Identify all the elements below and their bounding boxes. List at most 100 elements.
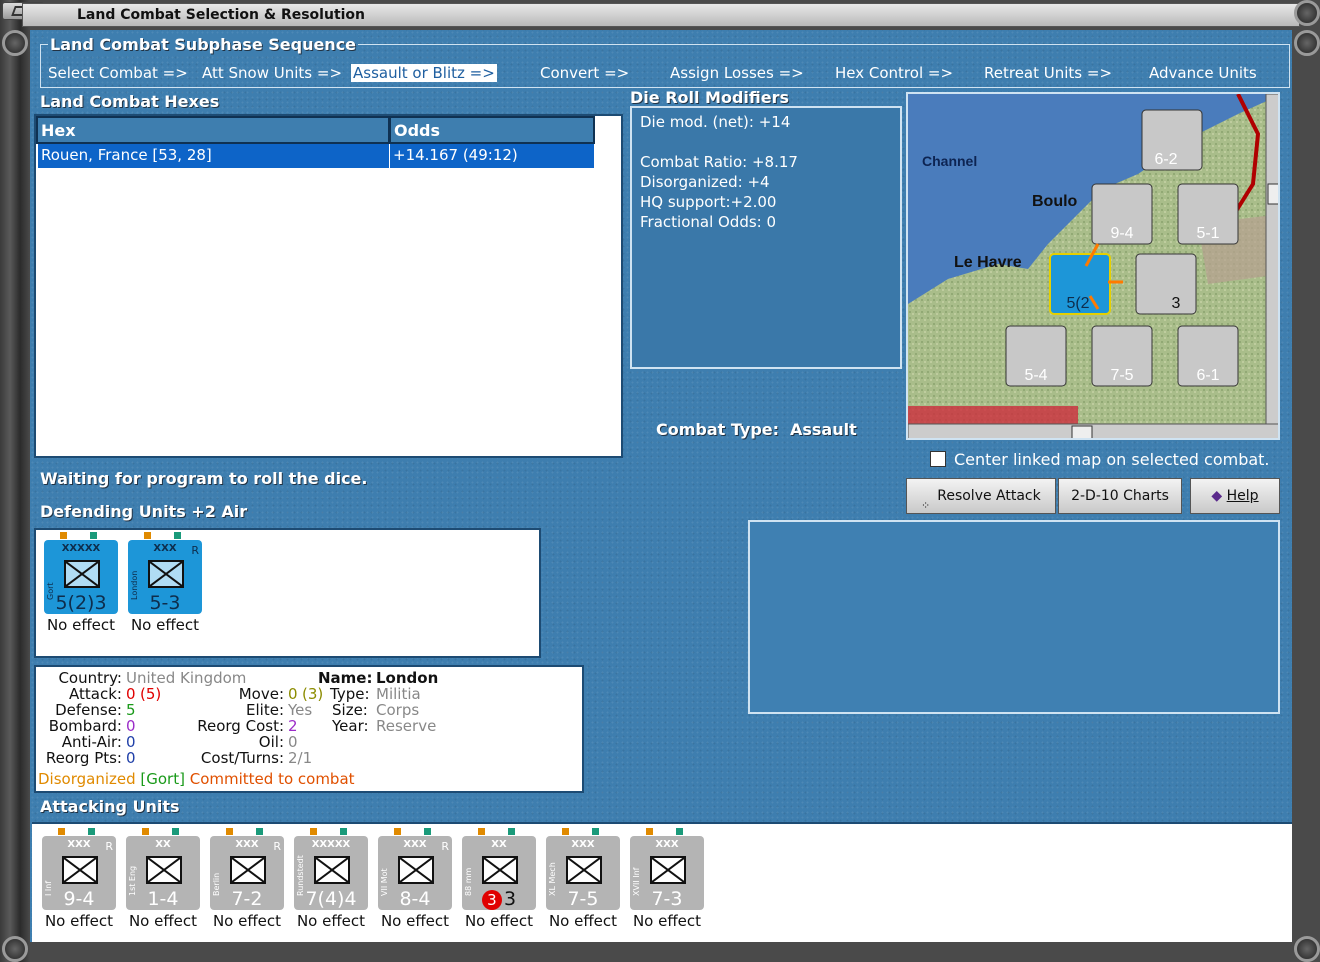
unit-effect: No effect xyxy=(130,616,200,634)
unit-effect: No effect xyxy=(632,912,702,930)
column-header-hex[interactable]: Hex xyxy=(36,116,390,144)
infantry-symbol-icon xyxy=(62,856,98,884)
supply-dot-icon xyxy=(340,828,347,835)
attack-full-value: (5) xyxy=(140,685,162,703)
unit-strength: 7-5 xyxy=(567,888,599,910)
phase-att-snow-units[interactable]: Att Snow Units => xyxy=(202,64,342,82)
year-label: Year: xyxy=(332,717,369,735)
infantry-symbol-icon xyxy=(398,856,434,884)
unit-strength-text: 3 xyxy=(503,888,517,910)
infantry-symbol-icon xyxy=(148,560,184,588)
supply-dot-icon xyxy=(562,828,569,835)
unit-counter[interactable]: XXXXX Gort 5(2)3 xyxy=(44,540,118,614)
unit-strength: 5(2)3 xyxy=(55,592,107,614)
help-label: Help xyxy=(1226,488,1259,504)
phase-hex-control[interactable]: Hex Control => xyxy=(835,64,953,82)
unit-strength: 7-2 xyxy=(231,888,263,910)
map-unit-value: 5-1 xyxy=(1196,225,1219,242)
unit-strength: 8-4 xyxy=(399,888,431,910)
charts-button[interactable]: 2-D-10 Charts xyxy=(1058,478,1182,514)
center-map-label: Center linked map on selected combat. xyxy=(954,450,1270,469)
supply-dot-icon xyxy=(172,828,179,835)
supply-dot-icon xyxy=(424,828,431,835)
unit-size: XXXXX xyxy=(61,543,101,554)
frame-knob-icon xyxy=(1294,30,1320,56)
unit-counter[interactable]: XXXXX Rundstedt 7(4)4 xyxy=(294,836,368,910)
frame-knob-icon xyxy=(2,30,28,56)
unit-counter[interactable]: XXX XL Mech 7-5 xyxy=(546,836,620,910)
defending-units-panel: XXXXX Gort 5(2)3 No effect XXX London R 5-3 No e… xyxy=(34,528,541,658)
cost-turns-label: Cost/Turns: xyxy=(200,749,284,767)
unit-size: XXXXX xyxy=(311,839,351,850)
phase-assault-or-blitz[interactable]: Assault or Blitz => xyxy=(351,64,497,82)
reserve-marker: R xyxy=(441,840,449,853)
map-unit-value: 5(2 xyxy=(1066,295,1089,312)
table-cell-odds[interactable]: +14.167 (49:12) xyxy=(390,144,595,168)
window-title: Land Combat Selection & Resolution xyxy=(22,3,1300,27)
unit-counter[interactable]: XXX I Inf R 9-4 xyxy=(42,836,116,910)
unit-strength: 1-4 xyxy=(147,888,179,910)
supply-dot-icon xyxy=(256,828,263,835)
unit-size: XXX xyxy=(655,839,679,850)
center-map-checkbox[interactable] xyxy=(930,451,946,467)
help-button[interactable]: ◆ Help xyxy=(1190,478,1280,514)
supply-dot-icon xyxy=(646,828,653,835)
unit-counter[interactable]: XXX Berlin R 7-2 xyxy=(210,836,284,910)
frame-knob-icon xyxy=(2,936,28,962)
close-knob-icon[interactable] xyxy=(1294,0,1320,26)
unit-effect: No effect xyxy=(212,912,282,930)
supply-markers xyxy=(630,826,704,835)
frame-knob-icon xyxy=(1294,936,1320,962)
supply-dot-icon xyxy=(394,828,401,835)
unit-counter[interactable]: XX 88 mm 3 3 xyxy=(462,836,536,910)
attacking-units-panel: XXX I Inf R 9-4 No effect XX 1st Eng 1-4 No effe… xyxy=(32,822,1292,942)
supply-markers xyxy=(44,530,118,539)
resolve-attack-button[interactable]: ⁘ Resolve Attack xyxy=(906,478,1056,514)
infantry-symbol-icon xyxy=(650,856,686,884)
unit-counter[interactable]: XX 1st Eng 1-4 xyxy=(126,836,200,910)
supply-markers xyxy=(462,826,536,835)
die-mod-line: Combat Ratio: +8.17 xyxy=(640,153,798,171)
supply-dot-icon xyxy=(88,828,95,835)
supply-dot-icon xyxy=(310,828,317,835)
table-cell-hex[interactable]: Rouen, France [53, 28] xyxy=(38,144,390,168)
phase-retreat-units[interactable]: Retreat Units => xyxy=(984,64,1112,82)
combat-hex-table[interactable]: Hex Odds Rouen, France [53, 28] +14.167 … xyxy=(34,114,623,458)
die-roll-modifiers-box: Die mod. (net): +14 Combat Ratio: +8.17 … xyxy=(630,106,902,369)
unit-counter[interactable]: XXX VII Mot R 8-4 xyxy=(378,836,452,910)
map-unit-value: 5-4 xyxy=(1024,367,1047,384)
status-committed: Committed to combat xyxy=(189,770,355,788)
unit-counter[interactable]: XXX London R 5-3 xyxy=(128,540,202,614)
infantry-symbol-icon xyxy=(230,856,266,884)
supply-dot-icon xyxy=(508,828,515,835)
combat-type-value: Assault xyxy=(790,420,857,439)
infantry-symbol-icon xyxy=(314,856,350,884)
supply-dot-icon xyxy=(226,828,233,835)
linked-map[interactable]: Channel Boulo Le Havre 6-2 9-4 5-1 5(2 3… xyxy=(906,92,1280,440)
supply-dot-icon xyxy=(60,532,67,539)
status-disorganized: Disorganized xyxy=(38,770,136,788)
combat-result-box xyxy=(748,520,1280,714)
supply-dot-icon xyxy=(478,828,485,835)
supply-markers xyxy=(42,826,116,835)
unit-counter[interactable]: XXX XVII Inf 7-3 xyxy=(630,836,704,910)
reserve-marker: R xyxy=(273,840,281,853)
phase-convert[interactable]: Convert => xyxy=(540,64,629,82)
reorg-pts-value: 0 xyxy=(126,749,136,767)
unit-size: XXX xyxy=(571,839,595,850)
unit-effect: No effect xyxy=(44,912,114,930)
phase-assign-losses[interactable]: Assign Losses => xyxy=(670,64,804,82)
status-gort: [Gort] xyxy=(140,770,185,788)
unit-effect: No effect xyxy=(380,912,450,930)
infantry-symbol-icon xyxy=(146,856,182,884)
unit-effect: No effect xyxy=(46,616,116,634)
unit-status-line: Disorganized [Gort] Committed to combat xyxy=(38,770,355,788)
phase-sequence-legend: Land Combat Subphase Sequence xyxy=(48,35,359,54)
supply-markers xyxy=(126,826,200,835)
column-header-odds[interactable]: Odds xyxy=(389,116,595,144)
map-unit-value: 7-5 xyxy=(1110,367,1133,384)
cost-turns-value: 2/1 xyxy=(288,749,313,767)
phase-advance-units[interactable]: Advance Units xyxy=(1149,64,1257,82)
infantry-symbol-icon xyxy=(64,560,100,588)
phase-select-combat[interactable]: Select Combat => xyxy=(48,64,188,82)
